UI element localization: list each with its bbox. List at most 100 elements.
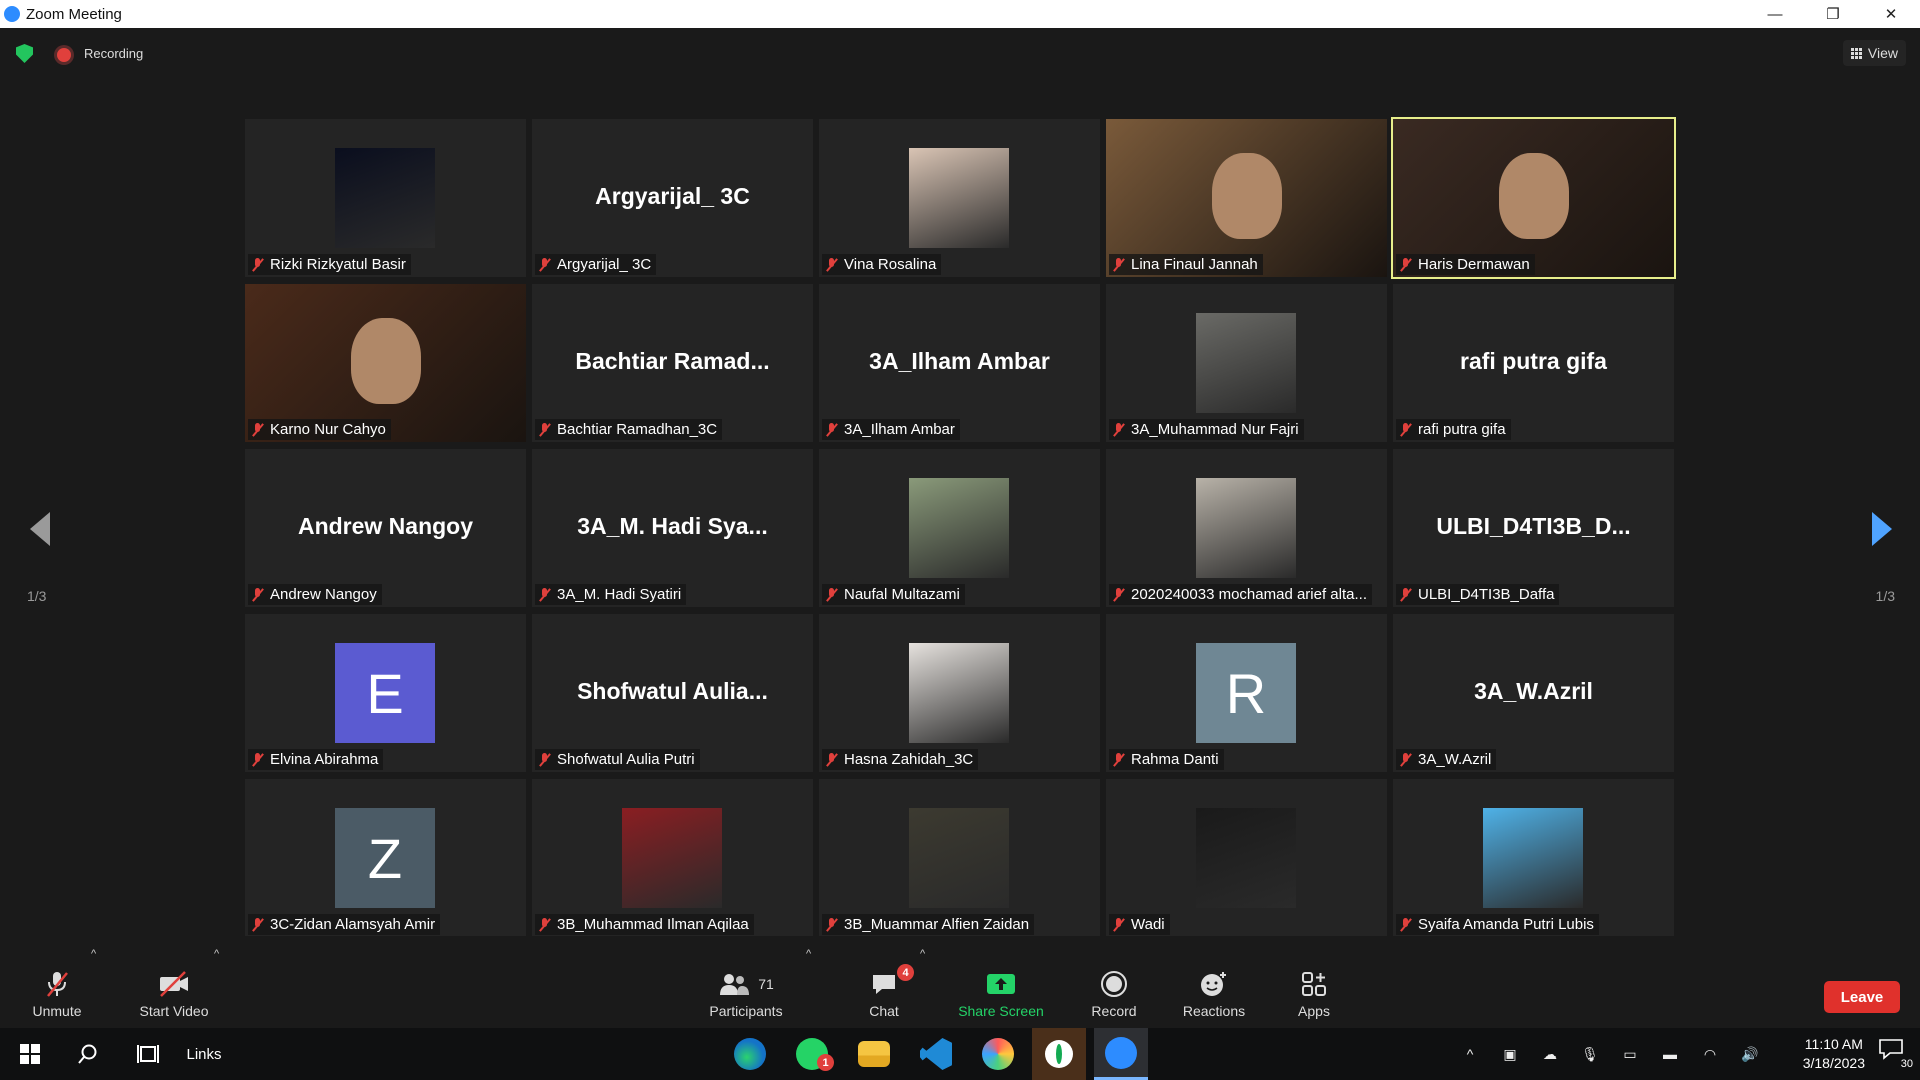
participant-tile[interactable]: ULBI_D4TI3B_D... ULBI_D4TI3B_Daffa (1393, 449, 1674, 607)
muted-mic-icon (1400, 752, 1412, 767)
audio-options-caret-icon[interactable]: ^ (91, 948, 96, 960)
participant-name: 3A_Ilham Ambar (844, 421, 955, 438)
close-button[interactable]: ✕ (1862, 0, 1920, 28)
participant-tile[interactable]: 3B_Muammar Alfien Zaidan (819, 779, 1100, 937)
participant-tile[interactable]: Karno Nur Cahyo (245, 284, 526, 442)
muted-mic-icon (252, 587, 264, 602)
battery-icon[interactable]: ▬ (1656, 1028, 1684, 1080)
participant-tile[interactable]: Wadi (1106, 779, 1387, 937)
participant-name: Rizki Rizkyatul Basir (270, 256, 406, 273)
chat-button[interactable]: 4 Chat (864, 964, 914, 1019)
participant-tile[interactable]: Andrew Nangoy Andrew Nangoy (245, 449, 526, 607)
mongodb-app[interactable] (1032, 1028, 1086, 1080)
minimize-button[interactable]: — (1746, 0, 1804, 28)
participant-name-tag: Wadi (1109, 914, 1170, 935)
participant-tile[interactable]: Z 3C-Zidan Alamsyah Amir (245, 779, 526, 937)
share-screen-button[interactable]: Share Screen (956, 966, 1046, 1019)
participant-tile[interactable]: Syaifa Amanda Putri Lubis (1393, 779, 1674, 937)
participant-tile[interactable]: 3A_W.Azril 3A_W.Azril (1393, 614, 1674, 772)
paint-app[interactable] (976, 1028, 1020, 1080)
screen-icon[interactable]: ▭ (1616, 1028, 1644, 1080)
participants-button[interactable]: 71 Participants (704, 966, 788, 1019)
grid-icon (1850, 47, 1862, 59)
participant-name-tag: 3C-Zidan Alamsyah Amir (248, 914, 441, 935)
next-page-button[interactable] (1862, 512, 1902, 562)
file-explorer-app[interactable] (852, 1028, 896, 1080)
task-view-button[interactable] (126, 1028, 170, 1080)
page-indicator-left: 1/3 (27, 588, 47, 604)
notifications-button[interactable]: 30 (1878, 1038, 1914, 1070)
participant-profile-picture (335, 148, 435, 248)
participant-tile[interactable]: Lina Finaul Jannah (1106, 119, 1387, 277)
participant-profile-picture (622, 808, 722, 908)
participant-tile[interactable]: 2020240033 mochamad arief alta... (1106, 449, 1387, 607)
meet-now-icon[interactable]: ▣ (1496, 1028, 1524, 1080)
participant-name-tag: rafi putra gifa (1396, 419, 1511, 440)
participant-tile[interactable]: 3A_M. Hadi Sya... 3A_M. Hadi Syatiri (532, 449, 813, 607)
muted-mic-icon (826, 917, 838, 932)
participant-tile[interactable]: rafi putra gifa rafi putra gifa (1393, 284, 1674, 442)
participant-tile[interactable]: Haris Dermawan (1391, 117, 1676, 279)
participant-name-tag: Syaifa Amanda Putri Lubis (1396, 914, 1599, 935)
record-button[interactable]: Record (1088, 966, 1140, 1019)
participant-name-tag: Rahma Danti (1109, 749, 1224, 770)
muted-mic-icon (826, 587, 838, 602)
show-hidden-icons-button[interactable]: ^ (1456, 1028, 1484, 1080)
arrow-right-icon (1872, 512, 1892, 546)
unmute-button[interactable]: Unmute (24, 966, 90, 1019)
whatsapp-app[interactable]: 1 (790, 1028, 834, 1080)
start-button[interactable] (8, 1028, 52, 1080)
participant-tile[interactable]: Hasna Zahidah_3C (819, 614, 1100, 772)
person-silhouette (1498, 153, 1569, 239)
leave-button[interactable]: Leave (1824, 981, 1900, 1013)
apps-icon (1296, 966, 1332, 1002)
gallery-grid: Rizki Rizkyatul Basir Argyarijal_ 3C Argya… (245, 117, 1676, 937)
edge-app[interactable] (728, 1028, 772, 1080)
start-video-button[interactable]: Start Video (134, 966, 214, 1019)
restore-button[interactable]: ❐ (1804, 0, 1862, 28)
participant-name: 3C-Zidan Alamsyah Amir (270, 916, 436, 933)
share-screen-icon (956, 966, 1046, 1002)
vscode-icon (920, 1038, 952, 1070)
previous-page-button[interactable] (20, 512, 60, 562)
muted-mic-icon (252, 422, 264, 437)
participant-tile[interactable]: 3A_Ilham Ambar 3A_Ilham Ambar (819, 284, 1100, 442)
microphone-icon[interactable]: 🎙 (1576, 1028, 1604, 1080)
reactions-button[interactable]: Reactions (1178, 966, 1250, 1019)
view-button[interactable]: View (1842, 40, 1906, 66)
muted-mic-icon (539, 257, 551, 272)
participant-tile[interactable]: Naufal Multazami (819, 449, 1100, 607)
muted-mic-icon (252, 257, 264, 272)
participant-display-name: Andrew Nangoy (297, 513, 474, 539)
onedrive-icon[interactable]: ☁ (1536, 1028, 1564, 1080)
participant-tile[interactable]: Shofwatul Aulia... Shofwatul Aulia Putri (532, 614, 813, 772)
video-options-caret-icon[interactable]: ^ (214, 948, 219, 960)
participant-name-tag: Elvina Abirahma (248, 749, 384, 770)
participants-caret-icon[interactable]: ^ (806, 948, 811, 960)
participant-tile[interactable]: 3A_Muhammad Nur Fajri (1106, 284, 1387, 442)
muted-mic-icon (1400, 587, 1412, 602)
search-button[interactable] (66, 1028, 110, 1080)
muted-mic-icon (1400, 257, 1412, 272)
participant-display-name: Shofwatul Aulia... (577, 678, 768, 704)
share-screen-label: Share Screen (958, 1003, 1044, 1019)
participant-tile[interactable]: Vina Rosalina (819, 119, 1100, 277)
participant-tile[interactable]: Argyarijal_ 3C Argyarijal_ 3C (532, 119, 813, 277)
participant-tile[interactable]: R Rahma Danti (1106, 614, 1387, 772)
taskbar-clock[interactable]: 11:10 AM 3/18/2023 (1803, 1035, 1865, 1073)
apps-button[interactable]: Apps (1296, 966, 1332, 1019)
vscode-app[interactable] (914, 1028, 958, 1080)
links-toolbar[interactable]: Links (182, 1028, 226, 1080)
zoom-app[interactable] (1094, 1028, 1148, 1080)
participant-tile[interactable]: Rizki Rizkyatul Basir (245, 119, 526, 277)
wifi-icon[interactable]: ◠ (1696, 1028, 1724, 1080)
windows-taskbar: Links 1 ^ ▣ ☁ 🎙 ▭ ▬ ◠ 🔊 11:10 AM 3/18/20… (0, 1028, 1920, 1080)
muted-mic-icon (539, 917, 551, 932)
volume-icon[interactable]: 🔊 (1736, 1028, 1764, 1080)
participant-tile[interactable]: 3B_Muhammad Ilman Aqilaa (532, 779, 813, 937)
security-shield-icon[interactable] (16, 44, 33, 63)
participant-tile[interactable]: E Elvina Abirahma (245, 614, 526, 772)
chat-caret-icon[interactable]: ^ (920, 948, 925, 960)
participant-tile[interactable]: Bachtiar Ramad... Bachtiar Ramadhan_3C (532, 284, 813, 442)
muted-mic-icon (1113, 422, 1125, 437)
